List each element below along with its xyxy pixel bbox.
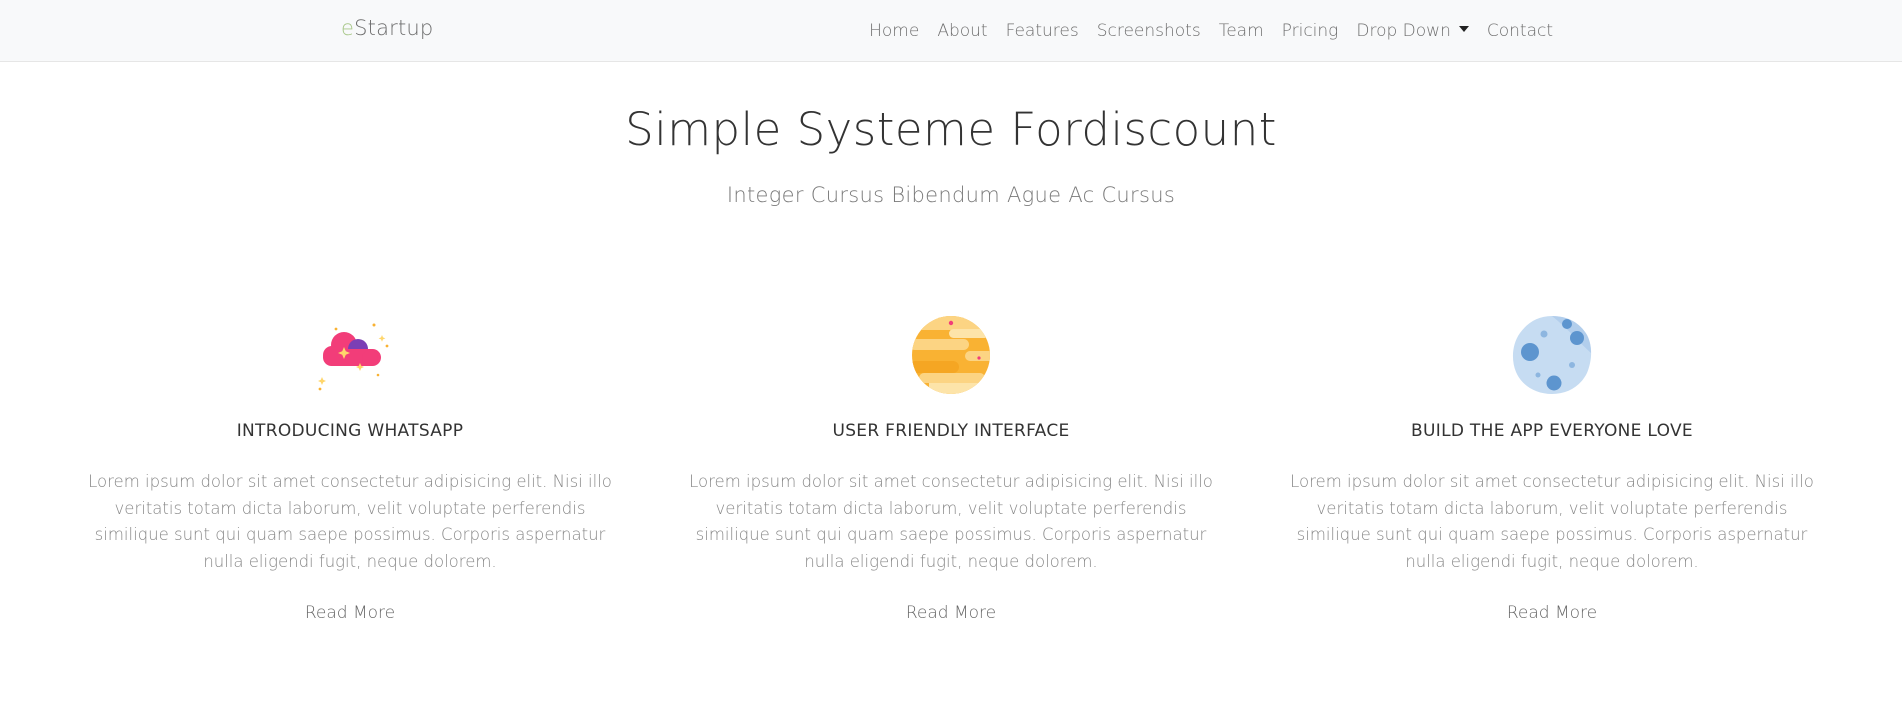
moon-icon xyxy=(1512,316,1592,394)
nav-link-label: Screenshots xyxy=(1096,21,1201,41)
features-section: INTRODUCING WHATSAPP Lorem ipsum dolor s… xyxy=(70,313,1832,623)
nav-menu: Home About Features Screenshots Team Pri… xyxy=(869,0,1553,62)
nav-link-features[interactable]: Features xyxy=(1006,21,1079,41)
cloud-icon xyxy=(318,323,389,391)
page-subtitle: Integer Cursus Bibendum Ague Ac Cursus xyxy=(726,183,1176,207)
brand-name: Startup xyxy=(354,16,434,40)
read-more-link[interactable]: Read More xyxy=(906,603,996,623)
brand-accent-letter: e xyxy=(341,16,355,40)
nav-link-team[interactable]: Team xyxy=(1219,21,1264,41)
nav-link-label: Contact xyxy=(1486,21,1553,41)
feature-description: Lorem ipsum dolor sit amet consectetur a… xyxy=(1290,472,1814,571)
planet-icon xyxy=(912,316,990,394)
nav-link-about[interactable]: About xyxy=(937,21,987,41)
nav-link-screenshots[interactable]: Screenshots xyxy=(1097,21,1201,41)
feature-title: INTRODUCING WHATSAPP xyxy=(236,421,464,441)
nav-link-label: Home xyxy=(869,21,920,41)
caret-down-icon xyxy=(1458,26,1469,32)
feature-title: BUILD THE APP EVERYONE LOVE xyxy=(1411,421,1693,441)
nav-link-home[interactable]: Home xyxy=(869,21,919,41)
nav-link-label: Drop Down xyxy=(1356,21,1451,41)
nav-dropdown-toggle[interactable]: Drop Down xyxy=(1356,21,1469,41)
navbar: eStartup Home About Features Screenshots… xyxy=(0,0,1902,62)
page-title: Simple Systeme Fordiscount xyxy=(625,103,1277,156)
nav-link-label: Pricing xyxy=(1281,21,1339,41)
read-more-link[interactable]: Read More xyxy=(1507,603,1597,623)
nav-link-label: About xyxy=(937,21,988,41)
feature-title: USER FRIENDLY INTERFACE xyxy=(832,421,1070,441)
feature-description: Lorem ipsum dolor sit amet consectetur a… xyxy=(88,472,612,571)
nav-link-contact[interactable]: Contact xyxy=(1487,21,1553,41)
feature-card: USER FRIENDLY INTERFACE Lorem ipsum dolo… xyxy=(671,313,1231,623)
feature-card: BUILD THE APP EVERYONE LOVE Lorem ipsum … xyxy=(1272,313,1832,623)
feature-description: Lorem ipsum dolor sit amet consectetur a… xyxy=(689,472,1213,571)
feature-card: INTRODUCING WHATSAPP Lorem ipsum dolor s… xyxy=(70,313,630,623)
nav-link-label: Team xyxy=(1218,21,1264,41)
brand-logo[interactable]: eStartup xyxy=(341,16,433,40)
nav-link-pricing[interactable]: Pricing xyxy=(1282,21,1339,41)
read-more-link[interactable]: Read More xyxy=(305,603,395,623)
nav-link-label: Features xyxy=(1005,21,1079,41)
